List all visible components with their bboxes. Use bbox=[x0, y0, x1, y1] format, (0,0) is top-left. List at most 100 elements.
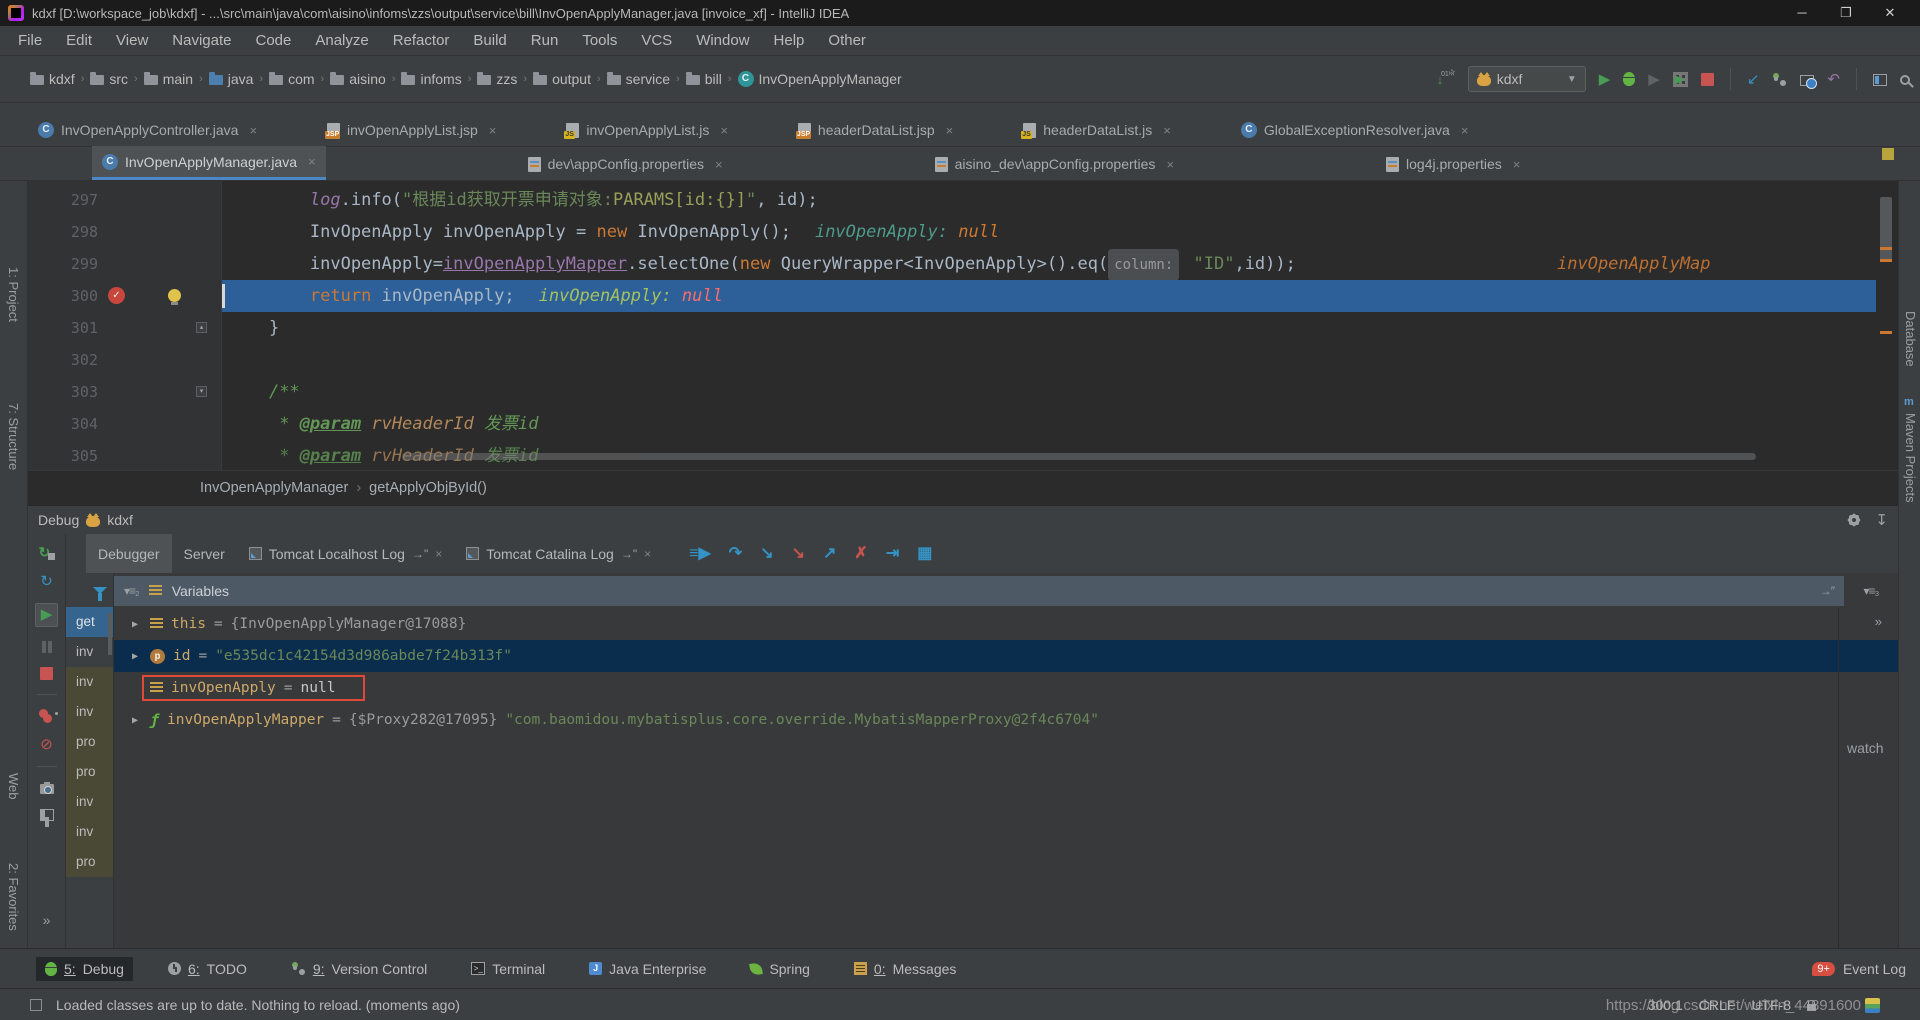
breadcrumb-class[interactable]: InvOpenApplyManager bbox=[200, 480, 348, 496]
mute-breakpoints-icon[interactable]: ⊘ bbox=[40, 737, 53, 752]
view-options-icon[interactable]: ▾≡₂ bbox=[124, 584, 139, 598]
reload-classes-icon[interactable]: ↻ bbox=[40, 574, 53, 589]
breadcrumb-method[interactable]: getApplyObjById() bbox=[369, 480, 487, 496]
close-icon[interactable]: × bbox=[946, 123, 954, 138]
tool-window-button-debug[interactable]: 5:Debug bbox=[36, 957, 133, 981]
show-execution-point-icon[interactable]: ≡▶ bbox=[689, 546, 711, 562]
event-log-button[interactable]: 9+Event Log bbox=[1812, 961, 1906, 977]
gutter-row[interactable]: 303▾ bbox=[28, 376, 221, 408]
menu-item-help[interactable]: Help bbox=[762, 32, 817, 49]
step-over-icon[interactable]: ↷ bbox=[729, 546, 742, 562]
variables-tree[interactable]: ▶this={InvOpenApplyManager@17088}▶pid="e… bbox=[114, 608, 1898, 948]
tab-globalexceptionresolver-java[interactable]: CGlobalExceptionResolver.java× bbox=[1231, 114, 1479, 146]
menu-item-file[interactable]: File bbox=[6, 32, 54, 49]
menu-item-other[interactable]: Other bbox=[816, 32, 878, 49]
breadcrumb-item-src[interactable]: src bbox=[90, 71, 128, 87]
debug-tab-tomcat-catalina-log[interactable]: Tomcat Catalina Log→"× bbox=[454, 534, 663, 573]
tool-window-button-java-enterprise[interactable]: JJava Enterprise bbox=[580, 957, 715, 981]
gutter-row[interactable]: 298 bbox=[28, 216, 221, 248]
tool-window-button-spring[interactable]: Spring bbox=[741, 957, 818, 981]
warning-stripe-mark[interactable] bbox=[1880, 259, 1892, 262]
code-line-297[interactable]: log.info("根据id获取开票申请对象:PARAMS[id:{}]", i… bbox=[222, 184, 1876, 216]
tool-window-button-7-structure[interactable]: 7: Structure bbox=[6, 403, 21, 470]
close-icon[interactable]: × bbox=[249, 123, 257, 138]
tool-window-button-version-control[interactable]: 9:Version Control bbox=[282, 957, 436, 981]
code-line-299[interactable]: invOpenApply=invOpenApplyMapper.selectOn… bbox=[222, 248, 1876, 280]
pause-icon[interactable] bbox=[42, 641, 52, 653]
code-line-303[interactable]: /** bbox=[222, 376, 1876, 408]
force-step-into-icon[interactable]: ↘ bbox=[792, 546, 805, 562]
tab-headerdatalist-jsp[interactable]: JSPheaderDataList.jsp× bbox=[788, 114, 963, 146]
thread-dump-icon[interactable] bbox=[40, 784, 54, 794]
code-line-298[interactable]: InvOpenApply invOpenApply = new InvOpenA… bbox=[222, 216, 1876, 248]
menu-item-tools[interactable]: Tools bbox=[570, 32, 629, 49]
menu-item-vcs[interactable]: VCS bbox=[629, 32, 684, 49]
debug-bug-icon[interactable] bbox=[1623, 72, 1635, 86]
frame-row[interactable]: inv bbox=[66, 787, 113, 817]
variable-row-invOpenApplyMapper[interactable]: ▶ƒinvOpenApplyMapper={$Proxy282@17095}"c… bbox=[114, 704, 1898, 736]
filter-funnel-icon[interactable] bbox=[93, 587, 107, 594]
frame-row[interactable]: inv bbox=[66, 637, 113, 667]
tab-invopenapplycontroller-java[interactable]: CInvOpenApplyController.java× bbox=[28, 114, 267, 146]
restore-layout-icon[interactable] bbox=[40, 809, 54, 821]
breadcrumb-item-infoms[interactable]: infoms bbox=[401, 71, 461, 87]
add-to-watches-icon[interactable]: →″ bbox=[1820, 584, 1834, 598]
tool-window-button-database[interactable]: Database bbox=[1903, 311, 1918, 367]
debug-tab-server[interactable]: Server bbox=[172, 534, 237, 573]
step-into-icon[interactable]: ↘ bbox=[760, 546, 773, 562]
tool-window-button-2-favorites[interactable]: 2: Favorites bbox=[6, 863, 21, 931]
close-icon[interactable]: × bbox=[1513, 157, 1521, 172]
close-icon[interactable]: × bbox=[720, 123, 728, 138]
frame-row[interactable]: get bbox=[66, 607, 113, 637]
close-icon[interactable]: × bbox=[644, 547, 651, 561]
breadcrumb-item-com[interactable]: com bbox=[269, 71, 314, 87]
tab-invopenapplylist-jsp[interactable]: JSPinvOpenApplyList.jsp× bbox=[317, 114, 506, 146]
search-icon[interactable] bbox=[1900, 75, 1910, 85]
tab-log4j-properties[interactable]: log4j.properties× bbox=[1376, 148, 1530, 180]
tool-window-button-messages[interactable]: 0:Messages bbox=[845, 957, 966, 981]
tool-window-button-1-project[interactable]: 1: Project bbox=[6, 267, 21, 322]
code-line-304[interactable]: * @param rvHeaderId 发票id bbox=[222, 408, 1876, 440]
gutter-row[interactable]: 297 bbox=[28, 184, 221, 216]
gutter-row[interactable]: 304 bbox=[28, 408, 221, 440]
resume-button[interactable]: ▶ bbox=[35, 603, 59, 627]
frame-row[interactable]: inv bbox=[66, 817, 113, 847]
tab-dev-appconfig-properties[interactable]: dev\appConfig.properties× bbox=[518, 148, 733, 180]
sort-by-numbers-icon[interactable] bbox=[1437, 71, 1455, 87]
tool-window-button-maven-projects[interactable]: Maven Projects bbox=[1903, 413, 1918, 503]
editor-scrollbar[interactable] bbox=[1876, 181, 1898, 470]
scrollbar-thumb[interactable] bbox=[1880, 197, 1892, 261]
tab-invopenapplymanager-java[interactable]: CInvOpenApplyManager.java× bbox=[92, 146, 326, 180]
more-icon[interactable]: » bbox=[43, 912, 51, 928]
breadcrumb-item-main[interactable]: main bbox=[144, 71, 193, 87]
breadcrumb-item-zzs[interactable]: zzs bbox=[477, 71, 517, 87]
tool-window-button-terminal[interactable]: >_Terminal bbox=[462, 957, 554, 981]
menu-item-analyze[interactable]: Analyze bbox=[303, 32, 380, 49]
menu-item-run[interactable]: Run bbox=[519, 32, 571, 49]
close-icon[interactable]: × bbox=[1163, 123, 1171, 138]
run-icon[interactable]: ▶ bbox=[1599, 72, 1611, 87]
layout-options-icon[interactable]: ▾≡₃ bbox=[1864, 584, 1879, 598]
close-button[interactable]: ✕ bbox=[1868, 5, 1912, 21]
frames-scrollbar-thumb[interactable] bbox=[108, 613, 112, 655]
warning-stripe-mark[interactable] bbox=[1880, 331, 1892, 334]
gutter-row[interactable]: 300✓ bbox=[28, 280, 221, 312]
view-breakpoints-icon[interactable] bbox=[39, 709, 55, 723]
close-icon[interactable]: × bbox=[435, 547, 442, 561]
intention-bulb-icon[interactable] bbox=[168, 289, 181, 302]
code-line-300[interactable]: return invOpenApply;invOpenApply: null bbox=[222, 280, 1876, 312]
step-out-icon[interactable]: ↗ bbox=[823, 546, 836, 562]
breadcrumb-item-java[interactable]: java bbox=[209, 71, 254, 87]
expand-watches-icon[interactable]: » bbox=[1875, 614, 1882, 629]
code-line-301[interactable]: } bbox=[222, 312, 1876, 344]
menu-item-window[interactable]: Window bbox=[684, 32, 761, 49]
frame-row[interactable]: inv bbox=[66, 667, 113, 697]
expand-arrow-icon[interactable]: ▶ bbox=[132, 619, 142, 630]
code-editor[interactable]: 297298299300✓301▴302303▾304305 log.info(… bbox=[28, 181, 1898, 470]
variable-row-invOpenApply[interactable]: ▶invOpenApply=null bbox=[114, 672, 1898, 704]
gutter-row[interactable]: 305 bbox=[28, 440, 221, 470]
tab-aisino-dev-appconfig-properties[interactable]: aisino_dev\appConfig.properties× bbox=[925, 148, 1184, 180]
run-to-cursor-icon[interactable]: ⇥ bbox=[886, 546, 899, 562]
drop-frame-icon[interactable]: ✗ bbox=[854, 546, 867, 562]
run-with-coverage-icon[interactable] bbox=[1673, 72, 1688, 87]
